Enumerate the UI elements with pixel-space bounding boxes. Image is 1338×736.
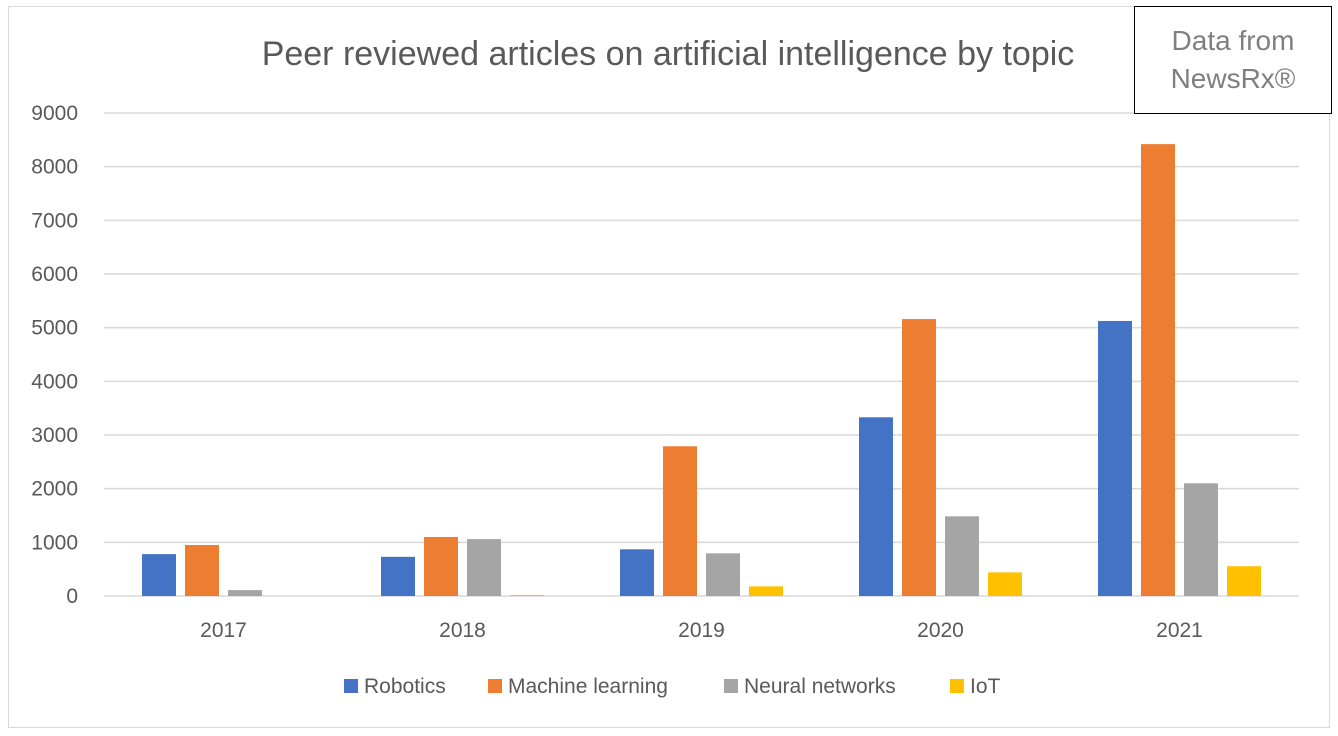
y-tick-label: 8000 — [31, 156, 78, 179]
x-tick-label: 2021 — [1156, 619, 1203, 642]
bar-neural-networks-2017 — [228, 590, 262, 596]
source-annotation-box: Data from NewsRx® — [1134, 6, 1332, 114]
y-axis-ticks: 0 1000 2000 3000 4000 5000 6000 7000 8000 9000 — [31, 102, 78, 608]
bar-iot-2019 — [749, 586, 783, 596]
y-tick-label: 6000 — [31, 263, 78, 286]
legend-swatch-machine-learning — [488, 679, 502, 693]
bar-machine-learning-2017 — [185, 545, 219, 596]
bar-robotics-2018 — [381, 556, 415, 596]
y-tick-label: 1000 — [31, 531, 78, 554]
y-tick-label: 0 — [66, 585, 78, 608]
bars — [142, 144, 1261, 597]
bar-iot-2021 — [1227, 566, 1261, 596]
legend-swatch-robotics — [344, 679, 358, 693]
legend-label: Robotics — [364, 675, 446, 698]
bar-neural-networks-2020 — [945, 516, 979, 596]
x-tick-label: 2018 — [439, 619, 486, 642]
bar-machine-learning-2019 — [663, 446, 697, 596]
legend: Robotics Machine learning Neural networks I… — [344, 675, 1001, 698]
bar-neural-networks-2018 — [467, 539, 501, 596]
bar-iot-2018 — [510, 594, 544, 596]
y-tick-label: 4000 — [31, 370, 78, 393]
source-line-2: NewsRx® — [1170, 63, 1296, 94]
x-tick-label: 2020 — [917, 619, 964, 642]
legend-swatch-neural-networks — [724, 679, 738, 693]
y-tick-label: 2000 — [31, 478, 78, 501]
bar-machine-learning-2020 — [902, 319, 936, 596]
y-tick-label: 5000 — [31, 317, 78, 340]
y-tick-label: 9000 — [31, 102, 78, 125]
bar-robotics-2020 — [859, 417, 893, 596]
legend-label: Neural networks — [744, 675, 896, 698]
bar-iot-2020 — [988, 572, 1022, 596]
bar-robotics-2019 — [620, 549, 654, 596]
x-tick-label: 2019 — [678, 619, 725, 642]
bar-neural-networks-2021 — [1184, 483, 1218, 596]
x-axis-ticks: 2017 2018 2019 2020 2021 — [200, 619, 1203, 642]
source-line-1: Data from — [1171, 25, 1295, 56]
y-tick-label: 7000 — [31, 209, 78, 232]
legend-swatch-iot — [950, 679, 964, 693]
bar-machine-learning-2018 — [424, 536, 458, 596]
x-tick-label: 2017 — [200, 619, 247, 642]
bar-machine-learning-2021 — [1141, 144, 1175, 597]
bar-robotics-2017 — [142, 554, 176, 596]
y-tick-label: 3000 — [31, 424, 78, 447]
bar-robotics-2021 — [1098, 320, 1132, 596]
bar-neural-networks-2019 — [706, 553, 740, 596]
chart-title: Peer reviewed articles on artificial int… — [262, 35, 1075, 73]
legend-label: IoT — [970, 675, 1001, 698]
legend-label: Machine learning — [508, 675, 668, 698]
